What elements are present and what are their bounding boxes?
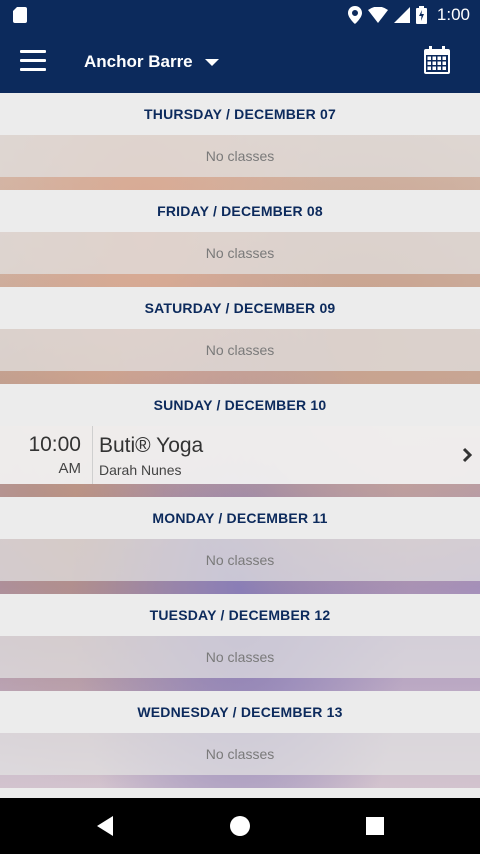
day-header-friday: FRIDAY / DECEMBER 08 bbox=[0, 190, 480, 232]
wifi-icon bbox=[367, 7, 388, 23]
recents-icon[interactable] bbox=[366, 817, 384, 835]
menu-icon[interactable] bbox=[20, 50, 46, 72]
status-time: 1:00 bbox=[436, 5, 470, 24]
cell-signal-icon bbox=[393, 7, 410, 23]
sd-card-icon bbox=[13, 7, 27, 23]
day-header-next bbox=[0, 788, 480, 798]
no-classes-monday: No classes bbox=[0, 539, 480, 581]
battery-charging-icon bbox=[415, 6, 427, 24]
calendar-icon[interactable] bbox=[424, 46, 450, 74]
back-icon[interactable] bbox=[95, 815, 115, 837]
home-icon[interactable] bbox=[229, 815, 251, 837]
day-header-thursday: THURSDAY / DECEMBER 07 bbox=[0, 93, 480, 135]
day-header-sunday: SUNDAY / DECEMBER 10 bbox=[0, 384, 480, 426]
studio-selector[interactable]: Anchor Barre bbox=[84, 49, 219, 75]
day-header-saturday: SATURDAY / DECEMBER 09 bbox=[0, 287, 480, 329]
status-bar: 1:00 bbox=[0, 0, 480, 30]
studio-name: Anchor Barre bbox=[84, 52, 193, 71]
class-name: Buti® Yoga bbox=[99, 434, 204, 457]
app-bar: Anchor Barre bbox=[0, 30, 480, 93]
no-classes-tuesday: No classes bbox=[0, 636, 480, 678]
chevron-right-icon bbox=[462, 447, 472, 463]
class-time: 10:00 AM bbox=[0, 426, 93, 484]
location-icon bbox=[347, 6, 362, 24]
schedule-list[interactable]: THURSDAY / DECEMBER 07 No classes FRIDAY… bbox=[0, 93, 480, 798]
class-ampm: AM bbox=[58, 460, 82, 477]
system-nav-bar bbox=[0, 798, 480, 854]
class-item-buti-yoga[interactable]: 10:00 AM Buti® Yoga Darah Nunes bbox=[0, 426, 480, 484]
no-classes-wednesday: No classes bbox=[0, 733, 480, 775]
day-header-wednesday: WEDNESDAY / DECEMBER 13 bbox=[0, 691, 480, 733]
no-classes-saturday: No classes bbox=[0, 329, 480, 371]
class-hour: 10:00 bbox=[28, 433, 81, 456]
no-classes-thursday: No classes bbox=[0, 135, 480, 177]
no-classes-friday: No classes bbox=[0, 232, 480, 274]
dropdown-arrow-icon bbox=[204, 58, 219, 66]
day-header-monday: MONDAY / DECEMBER 11 bbox=[0, 497, 480, 539]
class-instructor: Darah Nunes bbox=[99, 462, 182, 478]
day-header-tuesday: TUESDAY / DECEMBER 12 bbox=[0, 594, 480, 636]
